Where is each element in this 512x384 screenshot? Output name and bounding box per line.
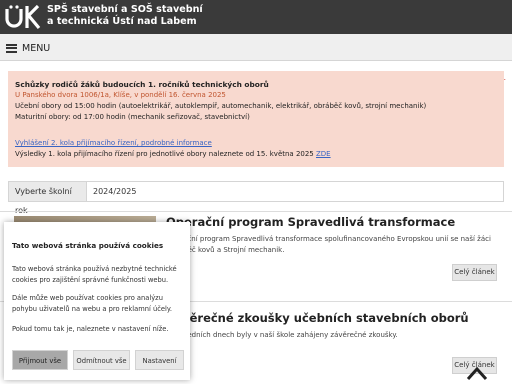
results-label: Výsledky 1. kola přijímacího řízení pro … — [15, 150, 314, 158]
cookie-settings-button[interactable]: Nastavení — [135, 350, 184, 370]
article-title[interactable]: Závěrečné zkoušky učebních stavebních ob… — [166, 311, 469, 325]
school-name-line2: a technická Ústí nad Labem — [47, 16, 197, 27]
article-title[interactable]: Operační program Spravedlivá transformac… — [166, 215, 455, 229]
article-text: V posledních dnech byly v naší škole zah… — [166, 331, 398, 339]
admission-link[interactable]: Vyhlášení 2. kola přijímacího řízení, po… — [15, 139, 212, 147]
article-text: Operační program Spravedlivá transformac… — [166, 235, 491, 254]
results-text: Výsledky 1. kola přijímacího řízení pro … — [15, 150, 331, 158]
notice-line1: Učební obory od 15:00 hodin (autoelektri… — [15, 102, 427, 110]
cookie-text-1: Tato webová stránka používá nezbytné tec… — [12, 265, 177, 284]
school-name-line1: SPŠ stavební a SOŠ stavební — [47, 4, 203, 15]
menu-label: MENU — [22, 42, 51, 54]
hamburger-icon — [6, 43, 17, 53]
results-link[interactable]: ZDE — [316, 150, 331, 158]
notice-line2: Maturitní obory: od 17:00 hodin (mechani… — [15, 113, 250, 121]
cookie-text-2: Dále může web používat cookies pro analý… — [12, 294, 173, 313]
read-more-button[interactable]: Celý článek — [452, 264, 497, 281]
menu-button[interactable]: MENU — [6, 41, 50, 55]
notice-location: U Panského dvora 1006/1a, Klíše, v pondě… — [15, 91, 226, 99]
school-name[interactable]: SPŠ stavební a SOŠ stavební a technická … — [47, 4, 203, 28]
notice-title: Schůzky rodičů žáků budoucích 1. ročníků… — [15, 80, 269, 89]
site-header: SPŠ stavební a SOŠ stavební a technická … — [0, 0, 512, 34]
chevron-up-icon[interactable] — [465, 364, 489, 382]
divider — [0, 211, 512, 212]
cookie-text-3: Pokud tomu tak je, naleznete v nastavení… — [12, 325, 169, 333]
notice-box: Schůzky rodičů žáků budoucích 1. ročníků… — [8, 71, 504, 167]
year-filter: Vyberte školní rok 2024/2025 — [8, 181, 504, 215]
school-logo-icon[interactable] — [4, 3, 42, 31]
year-select[interactable]: 2024/2025 — [87, 182, 503, 201]
cookie-consent-dialog: Tato webová stránka používá cookies Tato… — [4, 222, 190, 380]
year-filter-label: Vyberte školní rok — [9, 182, 87, 215]
cookie-title: Tato webová stránka používá cookies — [12, 241, 164, 250]
reject-all-button[interactable]: Odmítnout vše — [73, 350, 130, 370]
accept-all-button[interactable]: Přijmout vše — [12, 350, 68, 370]
nav-bar: MENU — [0, 34, 512, 92]
